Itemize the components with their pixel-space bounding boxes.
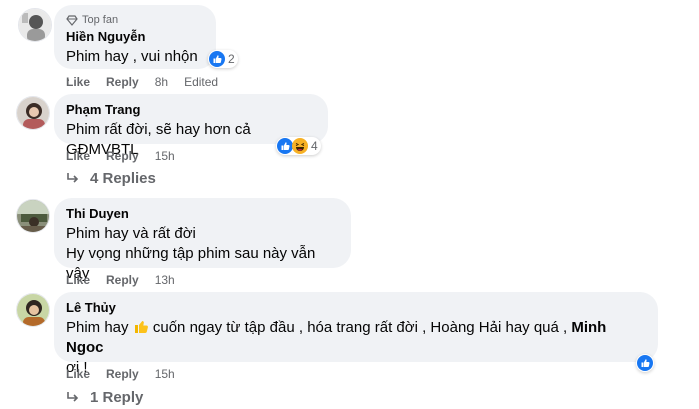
comment-bubble: Thi Duyen Phim hay và rất đời Hy vọng nh… bbox=[54, 198, 351, 282]
like-button[interactable]: Like bbox=[66, 366, 90, 382]
view-replies-link[interactable]: 4 Replies bbox=[66, 170, 156, 187]
comment-text-part: Phim hay bbox=[66, 319, 129, 336]
top-fan-badge: Top fan bbox=[66, 13, 204, 27]
comment-text: Phim hay cuốn ngay từ tập đầu , hóa tran… bbox=[66, 318, 646, 358]
like-reaction-icon bbox=[277, 138, 293, 154]
comment-text-line: Phim hay và rất đời bbox=[66, 225, 196, 242]
comment-bubble: Lê Thủy Phim hay cuốn ngay từ tập đầu , … bbox=[54, 292, 658, 376]
timestamp[interactable]: 8h bbox=[155, 74, 168, 90]
comment-actions: Like Reply 15h bbox=[66, 366, 175, 382]
avatar[interactable] bbox=[16, 199, 50, 233]
view-replies-link[interactable]: 1 Reply bbox=[66, 389, 143, 406]
reply-button[interactable]: Reply bbox=[106, 272, 139, 288]
like-button[interactable]: Like bbox=[66, 74, 90, 90]
like-button[interactable]: Like bbox=[66, 272, 90, 288]
comment-text-part: cuốn ngay từ tập đầu , hóa trang rất đời… bbox=[152, 319, 568, 336]
avatar[interactable] bbox=[18, 8, 52, 42]
badge-label: Top fan bbox=[82, 14, 119, 26]
commenter-name[interactable]: Phạm Trang bbox=[66, 102, 316, 118]
diamond-icon bbox=[66, 15, 78, 26]
comment-actions: Like Reply 8h Edited bbox=[66, 74, 218, 90]
edited-label: Edited bbox=[184, 75, 219, 89]
reaction-count: 4 bbox=[311, 139, 318, 153]
timestamp[interactable]: 13h bbox=[155, 272, 175, 288]
haha-reaction-icon bbox=[292, 138, 308, 154]
commenter-name[interactable]: Hiền Nguyễn bbox=[66, 29, 204, 45]
commenter-name[interactable]: Lê Thủy bbox=[66, 300, 646, 316]
timestamp[interactable]: 15h bbox=[155, 148, 175, 164]
like-reaction-icon bbox=[637, 355, 653, 371]
like-reaction-icon bbox=[209, 51, 225, 67]
timestamp[interactable]: 15h bbox=[155, 366, 175, 382]
commenter-name[interactable]: Thi Duyen bbox=[66, 206, 339, 222]
reaction-summary[interactable]: 2 bbox=[208, 50, 238, 68]
avatar[interactable] bbox=[16, 293, 50, 327]
replies-count[interactable]: 1 Reply bbox=[90, 389, 143, 406]
thumbs-up-emoji-icon bbox=[134, 321, 148, 333]
reply-button[interactable]: Reply bbox=[106, 366, 139, 382]
reply-button[interactable]: Reply bbox=[106, 148, 139, 164]
avatar[interactable] bbox=[16, 96, 50, 130]
reaction-summary[interactable] bbox=[636, 354, 654, 372]
reaction-count: 2 bbox=[228, 52, 235, 66]
comment-actions: Like Reply 15h bbox=[66, 148, 175, 164]
replies-count[interactable]: 4 Replies bbox=[90, 170, 156, 187]
comment-actions: Like Reply 13h bbox=[66, 272, 175, 288]
reply-arrow-icon bbox=[67, 391, 79, 402]
comment-bubble: Top fan Hiền Nguyễn Phim hay , vui nhộn … bbox=[54, 5, 216, 85]
reaction-summary[interactable]: 4 bbox=[276, 137, 321, 155]
like-button[interactable]: Like bbox=[66, 148, 90, 164]
reply-arrow-icon bbox=[67, 172, 79, 183]
reply-button[interactable]: Reply bbox=[106, 74, 139, 90]
